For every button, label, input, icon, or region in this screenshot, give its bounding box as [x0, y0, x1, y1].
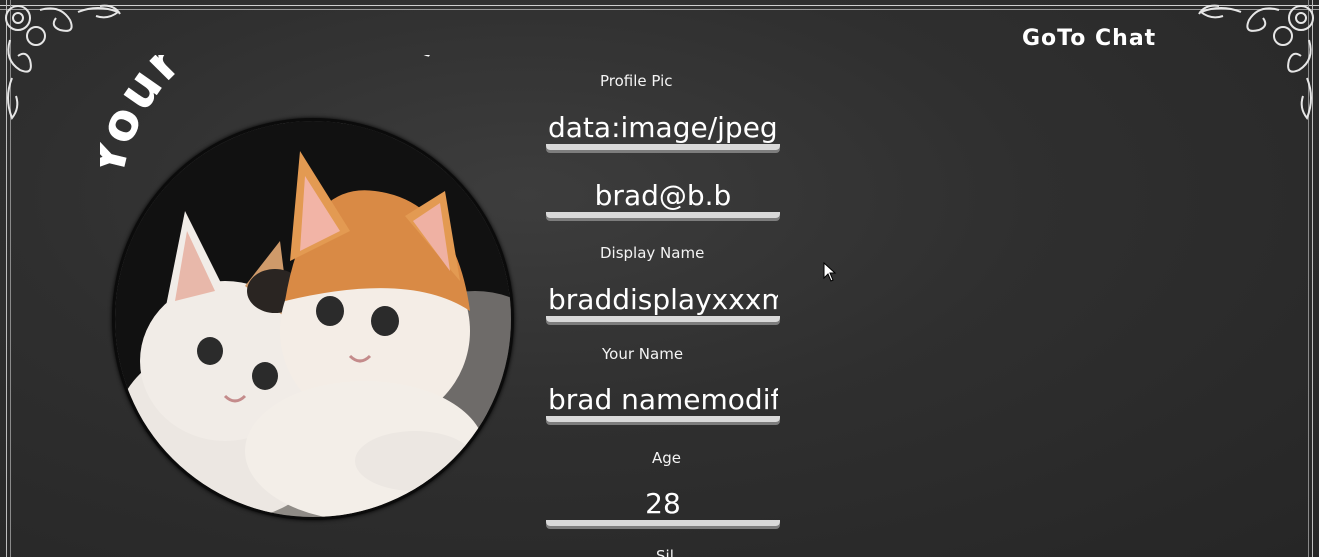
profile-title-word-your: Your — [100, 55, 193, 184]
next-field-label-partial: Sil — [656, 547, 674, 557]
age-label: Age — [652, 449, 682, 467]
age-input[interactable] — [546, 486, 780, 526]
frame-top-border — [0, 5, 1319, 10]
profile-pic-input[interactable] — [546, 110, 780, 150]
goto-chat-link[interactable]: GoTo Chat — [1022, 26, 1172, 56]
display-name-input[interactable] — [546, 282, 780, 322]
profile-avatar[interactable] — [112, 118, 514, 520]
kittens-photo — [115, 121, 511, 517]
profile-pic-label: Profile Pic — [600, 72, 673, 90]
email-input[interactable] — [546, 178, 780, 218]
display-name-label: Display Name — [600, 244, 705, 262]
profile-title-word-profile: Profile — [233, 55, 459, 71]
mouse-pointer-icon — [823, 262, 837, 282]
your-name-input[interactable] — [546, 382, 780, 422]
your-name-label: Your Name — [602, 345, 684, 363]
corner-flourish-right-icon — [1198, 4, 1314, 120]
